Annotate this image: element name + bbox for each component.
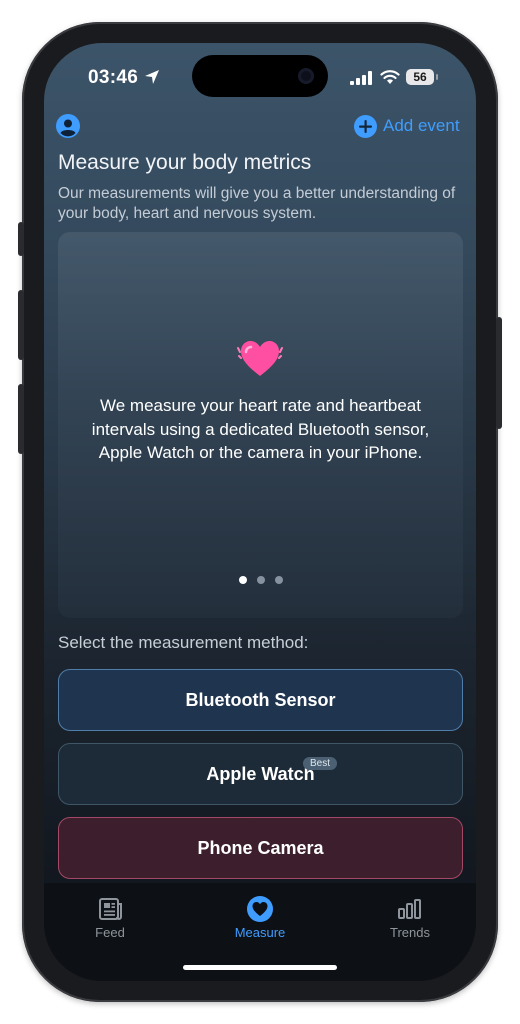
status-time: 03:46 xyxy=(88,67,139,88)
dynamic-island xyxy=(192,55,328,97)
battery-tip xyxy=(436,74,438,80)
page-indicator[interactable] xyxy=(58,576,463,584)
tab-measure[interactable]: Measure xyxy=(220,895,300,940)
volume-up-button xyxy=(18,290,24,360)
page-dot-3[interactable] xyxy=(274,576,283,584)
page-dot-2[interactable] xyxy=(256,576,265,584)
volume-down-button xyxy=(18,384,24,454)
method-section-label: Select the measurement method: xyxy=(58,633,309,652)
app-screen: 03:46 56 Add event Measure your body met… xyxy=(44,43,476,981)
tab-bar: Feed Measure Trends xyxy=(44,883,476,981)
location-arrow-icon xyxy=(145,70,159,84)
phone-camera-button[interactable]: Phone Camera xyxy=(58,817,463,879)
plus-circle-icon xyxy=(354,114,377,138)
tab-trends-label: Trends xyxy=(390,925,430,940)
heart-icon xyxy=(247,896,273,922)
cellular-signal-icon xyxy=(350,71,372,85)
front-camera xyxy=(298,68,314,84)
tab-measure-label: Measure xyxy=(234,925,286,940)
page-dot-1[interactable] xyxy=(238,576,247,584)
bars-icon xyxy=(398,899,421,919)
tab-trends[interactable]: Trends xyxy=(370,895,450,940)
apple-watch-button[interactable]: Apple Watch Best xyxy=(58,743,463,805)
page-title: Measure your body metrics xyxy=(58,151,312,174)
add-event-button[interactable]: Add event xyxy=(354,114,460,138)
status-bar: 03:46 56 xyxy=(44,43,476,107)
action-button xyxy=(18,222,24,256)
page-subtitle: Our measurements will give you a better … xyxy=(58,185,456,222)
best-badge: Best xyxy=(303,757,338,770)
info-carousel-card[interactable]: We measure your heart rate and heartbeat… xyxy=(58,232,463,618)
tab-feed[interactable]: Feed xyxy=(70,895,150,940)
carousel-description: We measure your heart rate and heartbeat… xyxy=(91,396,430,462)
add-event-label: Add event xyxy=(383,116,460,135)
tab-feed-label: Feed xyxy=(95,925,125,940)
bluetooth-sensor-label: Bluetooth Sensor xyxy=(185,689,336,710)
phone-camera-label: Phone Camera xyxy=(197,837,324,858)
bluetooth-sensor-button[interactable]: Bluetooth Sensor xyxy=(58,669,463,731)
wifi-icon xyxy=(380,70,400,84)
profile-icon[interactable] xyxy=(56,114,80,138)
beating-heart-icon xyxy=(237,341,283,376)
power-button xyxy=(496,317,502,429)
home-indicator[interactable] xyxy=(183,965,337,970)
battery-indicator: 56 xyxy=(406,69,434,85)
feed-icon xyxy=(99,898,122,920)
apple-watch-label: Apple Watch xyxy=(206,763,315,784)
